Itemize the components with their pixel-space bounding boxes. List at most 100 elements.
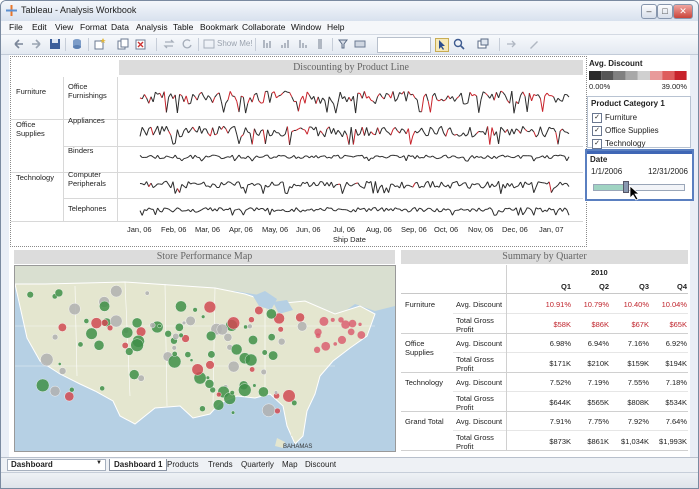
store-marker[interactable] — [69, 387, 75, 393]
store-marker[interactable] — [167, 354, 182, 369]
store-marker[interactable] — [77, 341, 84, 348]
store-marker[interactable] — [260, 368, 267, 375]
sort-icon[interactable] — [261, 38, 273, 50]
presentation-icon[interactable] — [505, 38, 517, 50]
checkbox-furniture[interactable]: ✓ — [592, 113, 602, 123]
store-marker[interactable] — [93, 340, 105, 351]
store-marker[interactable] — [130, 338, 144, 352]
show-me-button[interactable]: Show Me! — [217, 39, 253, 48]
store-marker[interactable] — [189, 358, 194, 362]
store-marker[interactable] — [157, 323, 162, 329]
store-marker[interactable] — [297, 321, 308, 332]
store-marker[interactable] — [175, 323, 184, 332]
store-marker[interactable] — [171, 351, 178, 357]
zoom-icon[interactable] — [453, 38, 465, 50]
tab-discount[interactable]: Discount — [301, 459, 340, 470]
store-marker[interactable] — [36, 378, 50, 392]
menu-data[interactable]: Data — [111, 22, 129, 32]
new-sheet-icon[interactable] — [94, 38, 106, 50]
store-marker[interactable] — [337, 335, 347, 345]
store-marker[interactable] — [149, 322, 156, 329]
sort-ascending-icon[interactable] — [279, 38, 291, 50]
store-marker[interactable] — [137, 374, 145, 382]
store-marker[interactable] — [129, 369, 140, 380]
store-marker[interactable] — [144, 290, 150, 296]
store-marker[interactable] — [54, 288, 64, 298]
refresh-icon[interactable] — [181, 38, 193, 50]
minimize-button[interactable]: – — [641, 4, 657, 19]
store-marker[interactable] — [229, 390, 235, 396]
store-marker[interactable] — [68, 303, 81, 316]
store-marker[interactable] — [357, 331, 366, 339]
store-marker[interactable] — [192, 307, 198, 313]
tab-map[interactable]: Map — [278, 459, 302, 470]
menu-collaborate[interactable]: Collaborate — [242, 22, 285, 32]
store-marker[interactable] — [258, 386, 269, 398]
menu-bookmark[interactable]: Bookmark — [200, 22, 238, 32]
store-marker[interactable] — [171, 345, 177, 351]
store-marker[interactable] — [164, 330, 172, 338]
store-marker[interactable] — [348, 319, 357, 328]
store-marker[interactable] — [99, 300, 110, 312]
store-marker[interactable] — [262, 403, 276, 417]
store-marker[interactable] — [252, 383, 257, 388]
filter-item-office-supplies[interactable]: ✓ Office Supplies — [592, 126, 690, 136]
store-marker[interactable] — [247, 323, 253, 329]
store-marker[interactable] — [243, 324, 248, 330]
store-marker[interactable] — [131, 317, 143, 329]
store-marker[interactable] — [26, 291, 34, 299]
store-marker[interactable] — [347, 328, 355, 336]
store-marker[interactable] — [110, 285, 123, 298]
store-marker[interactable] — [313, 346, 321, 354]
store-marker[interactable] — [49, 385, 61, 397]
store-marker[interactable] — [267, 333, 276, 341]
store-marker[interactable] — [338, 317, 344, 323]
filter-item-technology[interactable]: ✓ Technology — [592, 139, 690, 149]
store-marker[interactable] — [207, 350, 216, 359]
close-button[interactable]: ✕ — [673, 4, 693, 19]
duplicate-sheet-icon[interactable] — [117, 38, 129, 50]
tab-dashboard-1[interactable]: Dashboard 1 — [109, 459, 168, 471]
store-marker[interactable] — [216, 323, 229, 336]
store-marker[interactable] — [268, 350, 278, 361]
store-marker[interactable] — [83, 318, 90, 324]
store-marker[interactable] — [254, 306, 264, 315]
store-marker[interactable] — [109, 314, 123, 328]
store-marker[interactable] — [175, 300, 187, 313]
swap-icon[interactable] — [163, 38, 175, 50]
checkbox-office-supplies[interactable]: ✓ — [592, 126, 602, 136]
store-marker[interactable] — [101, 319, 109, 327]
store-marker[interactable] — [223, 333, 233, 342]
store-marker[interactable] — [321, 341, 331, 351]
sort-descending-icon[interactable] — [297, 38, 309, 50]
store-marker[interactable] — [330, 317, 335, 322]
highlight-icon[interactable] — [337, 38, 349, 50]
menu-file[interactable]: File — [9, 22, 23, 32]
checkbox-technology[interactable]: ✓ — [592, 139, 602, 149]
store-marker[interactable] — [273, 390, 279, 395]
store-marker[interactable] — [274, 407, 281, 415]
store-marker[interactable] — [319, 316, 329, 326]
store-marker[interactable] — [249, 366, 256, 373]
store-marker[interactable] — [213, 399, 225, 411]
store-marker[interactable] — [64, 391, 75, 402]
store-marker[interactable] — [58, 367, 67, 375]
marks-icon[interactable] — [477, 38, 489, 50]
connect-data-icon[interactable] — [71, 38, 83, 50]
store-marker[interactable] — [314, 328, 322, 336]
store-marker[interactable] — [184, 351, 192, 358]
menu-table[interactable]: Table — [173, 22, 193, 32]
store-marker[interactable] — [204, 379, 215, 389]
store-marker[interactable] — [90, 317, 103, 329]
maximize-button[interactable]: □ — [657, 4, 673, 19]
sheet-selector[interactable]: Dashboard ▼ — [7, 459, 106, 471]
store-marker[interactable] — [216, 391, 222, 398]
store-marker[interactable] — [231, 410, 236, 415]
annotate-icon[interactable] — [528, 38, 540, 50]
store-marker[interactable] — [333, 342, 338, 346]
discount-sparklines[interactable] — [118, 77, 583, 222]
store-marker[interactable] — [172, 333, 180, 340]
fit-icon[interactable] — [354, 38, 366, 50]
store-marker[interactable] — [248, 316, 255, 323]
forward-icon[interactable] — [30, 38, 42, 50]
